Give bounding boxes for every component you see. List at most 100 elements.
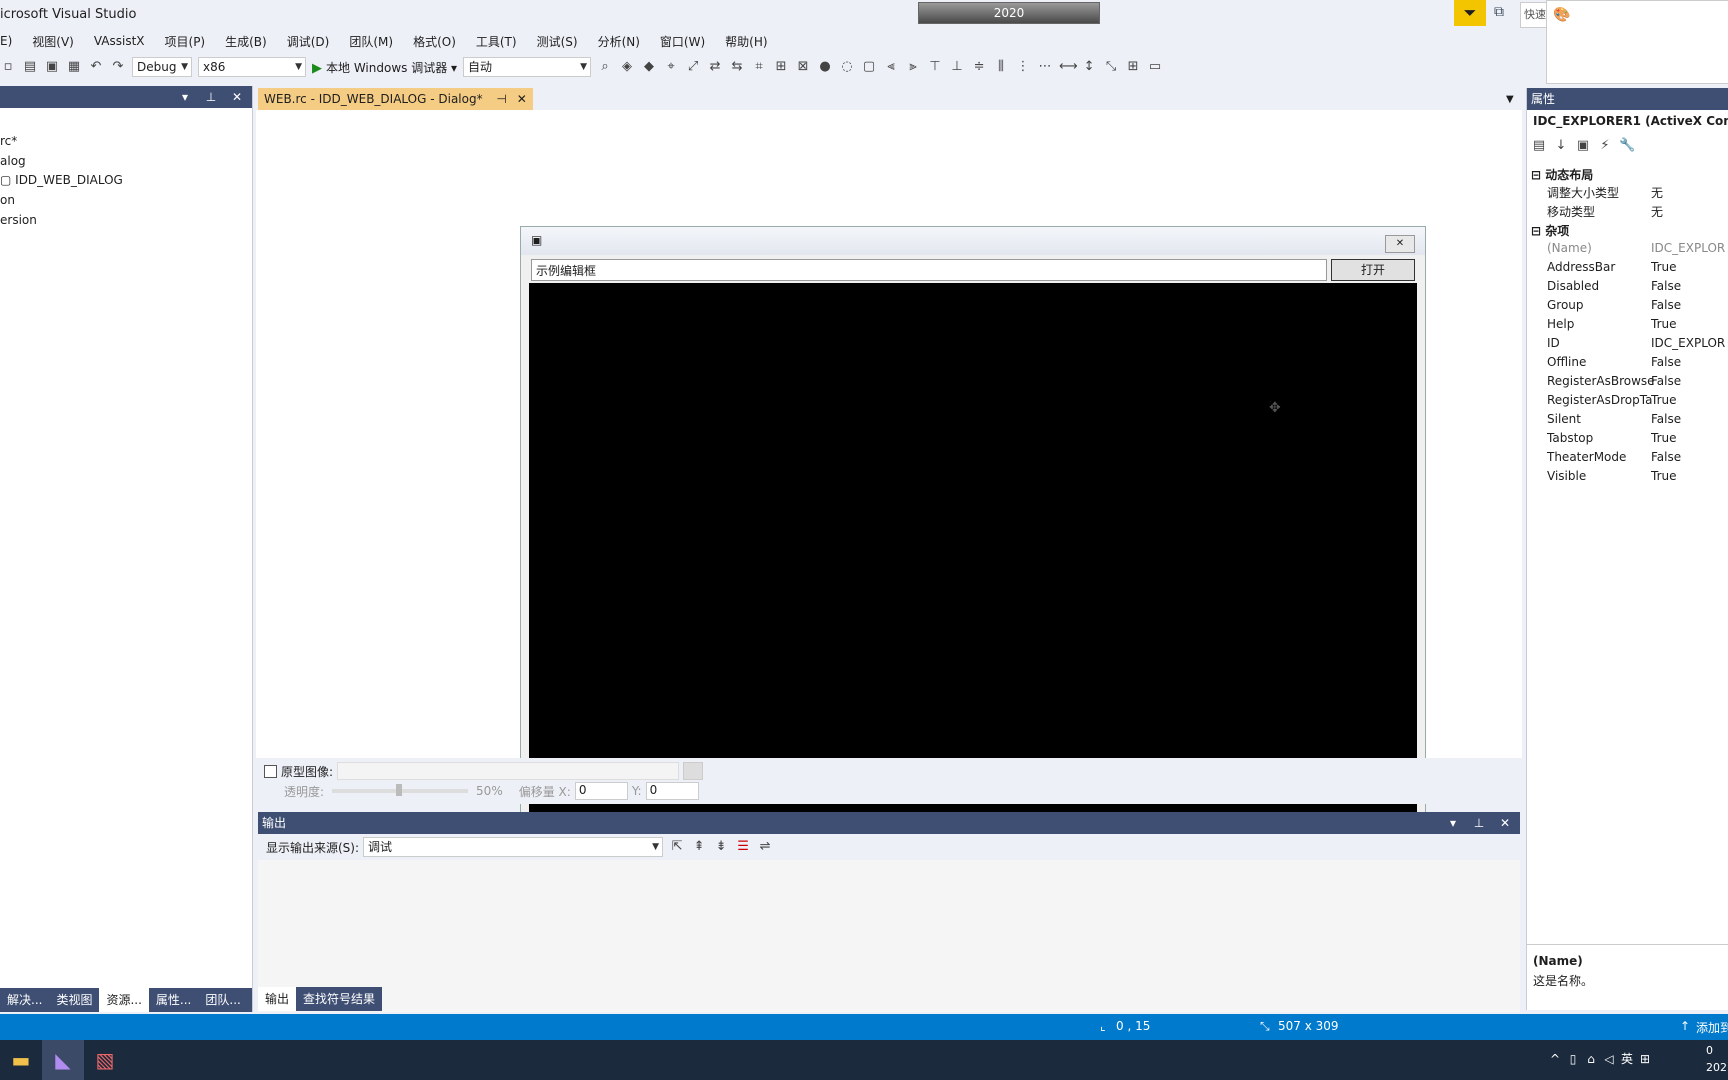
dropdown-icon[interactable]: ▾ (1444, 812, 1462, 834)
tab-resource-view[interactable]: 资源... (99, 988, 149, 1012)
ime-indicator[interactable]: 英 (1618, 1050, 1636, 1067)
same-width-icon[interactable]: ⟷ (1059, 59, 1078, 75)
menu-team[interactable]: 团队(M) (349, 33, 393, 50)
open-button[interactable]: 打开 (1331, 259, 1415, 281)
category-dynamic-layout[interactable]: ⊟ 动态布局 (1531, 166, 1593, 183)
property-name[interactable]: Disabled (1547, 279, 1599, 293)
word-wrap-icon[interactable]: ⇌ (757, 839, 773, 855)
property-name[interactable]: Visible (1547, 469, 1586, 483)
property-value[interactable]: IDC_EXPLOR (1651, 241, 1725, 255)
menu-analyze[interactable]: 分析(N) (598, 33, 640, 50)
add-source-control[interactable]: 添加到 (1696, 1019, 1728, 1036)
tray-chevron-icon[interactable]: ^ (1546, 1052, 1564, 1066)
goto-error-icon[interactable]: ⇱ (669, 839, 685, 855)
tab-team-explorer[interactable]: 团队... (198, 988, 247, 1012)
tab-solution-explorer[interactable]: 解决... (0, 988, 49, 1012)
property-name[interactable]: 移动类型 (1547, 203, 1595, 220)
property-name[interactable]: RegisterAsBrowse (1547, 374, 1655, 388)
property-value[interactable]: 无 (1651, 203, 1663, 220)
config-select[interactable]: Debug ▼ (132, 57, 192, 77)
property-value[interactable]: True (1651, 431, 1677, 445)
property-value[interactable]: False (1651, 298, 1681, 312)
tool5-icon[interactable]: ⇄ (707, 59, 723, 75)
property-value[interactable]: False (1651, 412, 1681, 426)
file-explorer-icon[interactable]: ▬ (0, 1040, 42, 1080)
tool10-icon[interactable]: ● (817, 59, 833, 75)
property-name[interactable]: Help (1547, 317, 1574, 331)
tree-item[interactable]: alog (0, 154, 26, 168)
opacity-slider[interactable] (332, 784, 469, 796)
align-left-icon[interactable]: ⫷ (883, 59, 899, 75)
alphabetical-icon[interactable]: ↓ (1553, 138, 1569, 154)
menu-format[interactable]: 格式(O) (413, 33, 456, 50)
save-icon[interactable]: ▣ (44, 59, 60, 75)
property-name[interactable]: (Name) (1547, 241, 1592, 255)
space-down-icon[interactable]: ⋯ (1037, 59, 1053, 75)
tree-item[interactable]: ▢ IDD_WEB_DIALOG (0, 173, 123, 187)
prototype-path-input[interactable] (337, 762, 680, 780)
offset-y-input[interactable]: 0 (645, 782, 699, 800)
events-icon[interactable]: ⚡ (1597, 138, 1613, 154)
prev-message-icon[interactable]: ⇞ (691, 839, 707, 855)
center-vertical-icon[interactable]: ≑ (971, 59, 987, 75)
property-name[interactable]: Tabstop (1547, 431, 1593, 445)
dialog-close-button[interactable]: ✕ (1385, 235, 1415, 253)
align-right-icon[interactable]: ⫸ (905, 59, 921, 75)
property-name[interactable]: ID (1547, 336, 1560, 350)
menu-help[interactable]: 帮助(H) (725, 33, 767, 50)
center-horizontal-icon[interactable]: ⫼ (993, 59, 1009, 75)
property-value[interactable]: False (1651, 279, 1681, 293)
tree-item[interactable]: ersion (0, 213, 37, 227)
guides-icon[interactable]: ▭ (1147, 59, 1163, 75)
browse-button[interactable] (683, 762, 704, 780)
property-value[interactable]: 无 (1651, 184, 1663, 201)
property-value[interactable]: True (1651, 260, 1677, 274)
property-value[interactable]: True (1651, 393, 1677, 407)
property-value[interactable]: False (1651, 374, 1681, 388)
property-value[interactable]: True (1651, 317, 1677, 331)
save-all-icon[interactable]: ▦ (66, 59, 82, 75)
tree-item[interactable]: on (0, 193, 15, 207)
filter-icon[interactable]: ⏷ (1454, 0, 1486, 26)
property-value[interactable]: False (1651, 355, 1681, 369)
properties-object[interactable]: IDC_EXPLORER1 (ActiveX Contro (1533, 114, 1728, 128)
property-name[interactable]: Group (1547, 298, 1584, 312)
paint-app-icon[interactable]: ▧ (84, 1040, 126, 1080)
same-height-icon[interactable]: ↕ (1081, 59, 1097, 75)
property-name[interactable]: Offline (1547, 355, 1586, 369)
wrench-icon[interactable]: 🔧 (1619, 138, 1635, 154)
menu-build[interactable]: 生成(B) (225, 33, 267, 50)
menu-window[interactable]: 窗口(W) (660, 33, 705, 50)
menu-file[interactable]: E) (0, 34, 12, 48)
menu-vassistx[interactable]: VAssistX (94, 34, 145, 48)
align-top-icon[interactable]: ⊤ (927, 59, 943, 75)
dialog-preview[interactable]: ▣ ✕ 示例编辑框 打开 (520, 226, 1426, 836)
network-icon[interactable]: ⌂ (1582, 1052, 1600, 1066)
properties-icon[interactable]: ▣ (1575, 138, 1591, 154)
tab-class-view[interactable]: 类视图 (49, 988, 99, 1012)
property-value[interactable]: True (1651, 469, 1677, 483)
explorer-activex-control[interactable] (529, 283, 1417, 827)
open-folder-icon[interactable]: ▤ (22, 59, 38, 75)
property-name[interactable]: RegisterAsDropTa (1547, 393, 1652, 407)
close-icon[interactable]: ✕ (517, 92, 527, 106)
menu-debug[interactable]: 调试(D) (287, 33, 330, 50)
output-source-select[interactable]: 调试 ▼ (363, 837, 664, 857)
tree-item[interactable]: rc* (0, 134, 17, 148)
space-across-icon[interactable]: ⋮ (1015, 59, 1031, 75)
tool9-icon[interactable]: ⊠ (795, 59, 811, 75)
output-text-area[interactable] (258, 862, 1520, 998)
chevron-down-icon[interactable]: ▼ (1506, 94, 1514, 105)
category-misc[interactable]: ⊟ 杂项 (1531, 222, 1569, 239)
next-message-icon[interactable]: ⇟ (713, 839, 729, 855)
menu-tools[interactable]: 工具(T) (476, 33, 517, 50)
grid-icon[interactable]: ⊞ (1125, 59, 1141, 75)
menu-view[interactable]: 视图(V) (32, 33, 74, 50)
close-icon[interactable]: ✕ (1496, 812, 1514, 834)
notification-icon[interactable]: ⧉ (1494, 4, 1514, 22)
slider-thumb[interactable] (396, 784, 403, 796)
pin-icon[interactable]: ⊣ (496, 92, 506, 106)
menu-project[interactable]: 项目(P) (165, 33, 206, 50)
property-name[interactable]: TheaterMode (1547, 450, 1626, 464)
volume-icon[interactable]: ◁ (1600, 1052, 1618, 1066)
